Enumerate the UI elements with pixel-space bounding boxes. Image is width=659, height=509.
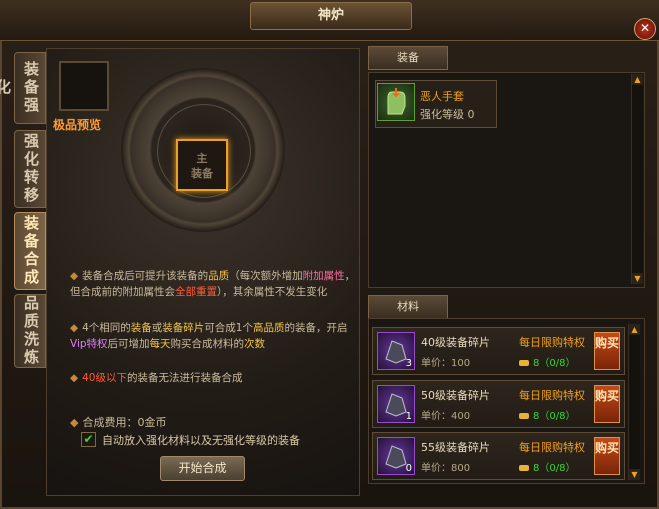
info-highlight: 附加属性 [302,270,345,282]
daily-limit: 8（0/8） [519,459,575,474]
info-highlight: 次数 [244,338,266,350]
material-name: 50级装备碎片 [421,389,490,402]
material-price: 单价：800 [421,463,471,474]
info-line-1: ◆ 装备合成后可提升该装备的品质（每次额外增加附加属性，但合成前的附加属性会全部重… [70,268,360,300]
material-row: 3 40级装备碎片 单价：100 每日限购特权 8（0/8） 购买 [372,327,625,375]
bullet-icon: ◆ [70,372,79,384]
info-highlight: 40级以下 [82,372,127,384]
daily-limit-title: 每日限购特权 [519,336,585,349]
equipment-section-tab: 装备 [368,46,448,70]
material-price: 单价：100 [421,358,471,369]
materials-scrollbar[interactable]: ▲ ▼ [628,324,640,480]
equipment-level: 强化等级 0 [420,108,475,121]
info-text: ），其余属性不发生变化 [217,286,328,298]
main-slot-line2: 装备 [191,167,213,180]
material-qty: 0 [405,463,412,474]
info-line-2: ◆ 4个相同的装备或装备碎片可合成1个高品质的装备，开启 Vip特权后可增加每天购买… [70,320,360,352]
daily-limit: 8（0/8） [519,354,575,369]
auto-fill-checkbox[interactable]: ✔ [81,432,96,447]
material-qty: 3 [405,358,412,369]
info-text: 的装备，开启 [284,322,348,334]
info-highlight: 高品质 [252,322,285,334]
info-highlight: Vip特权 [70,338,108,350]
scroll-up-arrow-icon[interactable]: ▲ [629,324,640,335]
tab-enhance-transfer[interactable]: 强化转移 [14,130,46,208]
material-name: 55级装备碎片 [421,441,490,454]
material-row: 0 55级装备碎片 单价：800 每日限购特权 8（0/8） 购买 [372,432,625,480]
material-price: 单价：400 [421,411,471,422]
close-button[interactable]: ✕ [634,18,656,40]
daily-limit-title: 每日限购特权 [519,441,585,454]
material-row: 1 50级装备碎片 单价：400 每日限购特权 8（0/8） 购买 [372,380,625,428]
info-text: 4个相同的 [82,322,131,334]
cost-label: 合成费用：0金币 [82,416,167,429]
equipment-name: 恶人手套 [420,90,464,103]
info-text: 或 [151,322,163,334]
gold-ingot-icon [519,360,529,366]
info-text: 的装备无法进行装备合成 [126,372,243,384]
auto-fill-label: 自动放入强化材料以及无强化等级的装备 [102,434,300,447]
daily-limit-title: 每日限购特权 [519,389,585,402]
gold-ingot-icon [519,413,529,419]
tab-equipment-synthesis[interactable]: 装备合成 [14,212,46,290]
main-equipment-slot[interactable]: 主 装备 [176,139,228,191]
daily-limit-value: 8（0/8） [533,358,576,369]
scroll-down-arrow-icon[interactable]: ▼ [632,273,643,284]
daily-limit-value: 8（0/8） [533,411,576,422]
info-text: 购买合成材料的 [170,338,245,350]
gold-ingot-icon [519,465,529,471]
info-text: 后可增加 [107,338,150,350]
equipment-scrollbar[interactable]: ▲ ▼ [631,74,643,284]
material-name: 40级装备碎片 [421,336,490,349]
start-synthesis-button[interactable]: 开始合成 [160,456,245,481]
materials-section-tab: 材料 [368,295,448,319]
synthesis-cost: ◆ 合成费用：0金币 [70,414,166,430]
bullet-icon: ◆ [70,416,79,429]
daily-limit-value: 8（0/8） [533,463,576,474]
info-highlight: 每天 [149,338,171,350]
tab-equipment-enhance[interactable]: 装备强化 [0,52,46,124]
scroll-up-arrow-icon[interactable]: ▲ [632,74,643,85]
info-text: 装备合成后可提升该装备的 [82,270,209,282]
glove-icon [377,83,415,121]
info-line-3: ◆ 40级以下的装备无法进行装备合成 [70,370,360,386]
buy-button[interactable]: 购买 [594,385,620,423]
buy-button[interactable]: 购买 [594,332,620,370]
info-highlight: 装备 [130,322,152,334]
bullet-icon: ◆ [70,270,79,282]
info-highlight: 装备碎片 [162,322,205,334]
daily-limit: 8（0/8） [519,407,575,422]
buy-button[interactable]: 购买 [594,437,620,475]
main-slot-line1: 主 [196,152,208,165]
armor-shard-icon: 1 [377,385,415,423]
info-text: （每次额外增加 [229,270,303,282]
info-text: 可合成1个 [204,322,253,334]
window-title: 神炉 [250,2,412,30]
armor-shard-icon: 3 [377,332,415,370]
preview-label: 极品预览 [53,118,102,132]
bullet-icon: ◆ [70,322,79,334]
preview-slot[interactable] [59,61,109,111]
info-highlight: 品质 [208,270,230,282]
title-bar: 神炉 [0,0,659,41]
scroll-down-arrow-icon[interactable]: ▼ [629,469,640,480]
armor-shard-icon: 0 [377,437,415,475]
tab-quality-refine[interactable]: 品质洗炼 [14,294,46,368]
info-highlight: 全部重置 [175,286,217,298]
material-qty: 1 [405,411,412,422]
